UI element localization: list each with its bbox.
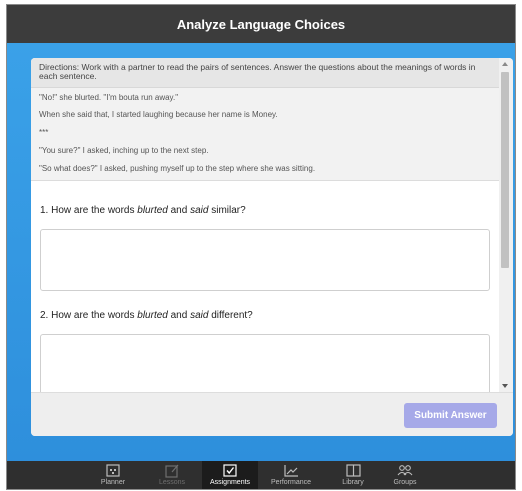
nav-label: Planner	[100, 479, 126, 486]
passage-block: "No!" she blurted. "I'm bouta run away."…	[31, 88, 499, 181]
content-scroll-area[interactable]: Directions: Work with a partner to read …	[31, 58, 499, 392]
answer-2-textarea[interactable]	[40, 334, 490, 392]
vertical-scrollbar[interactable]	[499, 58, 513, 392]
passage-line: "No!" she blurted. "I'm bouta run away."	[39, 93, 179, 102]
nav-label: Library	[342, 479, 364, 486]
lessons-icon	[163, 463, 181, 478]
library-icon	[344, 463, 362, 478]
question-1: 1. How are the words blurted and said si…	[40, 205, 246, 216]
passage-line: "You sure?" I asked, inching up to the n…	[39, 146, 209, 155]
nav-item-performance[interactable]: Performance	[261, 461, 321, 489]
answer-1-textarea[interactable]	[40, 229, 490, 291]
nav-item-groups[interactable]: Groups	[377, 461, 433, 489]
groups-icon	[396, 463, 414, 478]
nav-item-library[interactable]: Library	[325, 461, 381, 489]
passage-line: ***	[39, 128, 49, 137]
page-title: Analyze Language Choices	[176, 16, 346, 32]
nav-label: Performance	[270, 479, 312, 486]
directions-text: Directions: Work with a partner to read …	[31, 58, 499, 88]
title-bar: Analyze Language Choices	[7, 5, 515, 43]
nav-label: Assignments	[209, 479, 251, 486]
nav-label: Groups	[393, 479, 417, 486]
nav-item-assignments[interactable]: Assignments	[202, 461, 258, 489]
submit-answer-button[interactable]: Submit Answer	[404, 403, 497, 428]
passage-line: "So what does?" I asked, pushing myself …	[39, 164, 316, 173]
scroll-up-arrow-icon[interactable]	[502, 62, 508, 66]
performance-icon	[282, 463, 300, 478]
planner-icon	[104, 463, 122, 478]
nav-item-planner[interactable]: Planner	[85, 461, 141, 489]
nav-item-lessons[interactable]: Lessons	[144, 461, 200, 489]
scrollbar-thumb[interactable]	[501, 72, 509, 268]
assignments-icon	[221, 463, 239, 478]
passage-line: When she said that, I started laughing b…	[39, 110, 278, 119]
bottom-nav-bar: Planner Lessons Assignments Performance …	[7, 461, 515, 489]
scroll-down-arrow-icon[interactable]	[502, 384, 508, 388]
card-footer: Submit Answer	[31, 392, 513, 436]
app-window: Analyze Language Choices Directions: Wor…	[6, 4, 516, 490]
assignment-card: Directions: Work with a partner to read …	[31, 58, 513, 436]
nav-label: Lessons	[158, 479, 186, 486]
question-2: 2. How are the words blurted and said di…	[40, 310, 253, 321]
